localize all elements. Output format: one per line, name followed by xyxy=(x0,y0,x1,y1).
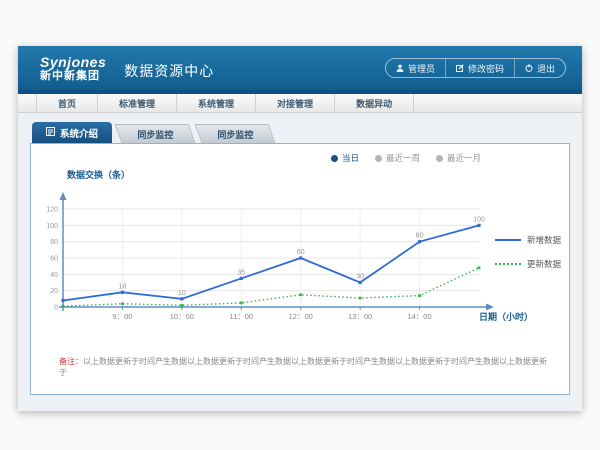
data-point xyxy=(299,256,302,259)
document-icon xyxy=(46,127,55,139)
line-chart: 0 20 40 60 80 100 120 9：00 10：00 11：00 12：00 13：00 1… xyxy=(31,188,571,328)
y-tick-label: 20 xyxy=(50,288,58,295)
tab-sync-monitor-1-label: 同步监控 xyxy=(137,128,173,141)
footnote-text: 以上数据更新于时间产生数据以上数据更新于时间产生数据以上数据更新于时间产生数据以… xyxy=(59,357,547,377)
data-point xyxy=(61,299,64,302)
user-menu: 管理员 修改密码 退出 xyxy=(385,58,566,78)
nav-item-standard-mgmt[interactable]: 标准管理 xyxy=(98,94,177,112)
data-point-label: 35 xyxy=(237,269,245,276)
data-point xyxy=(180,304,183,307)
solid-line-icon xyxy=(495,239,521,241)
y-tick-label: 100 xyxy=(46,223,58,230)
data-point-label: 30 xyxy=(356,274,364,281)
nav-item-data-change[interactable]: 数据异动 xyxy=(335,94,414,112)
x-tick-label: 13：00 xyxy=(348,312,372,321)
user-icon xyxy=(396,64,404,72)
data-point xyxy=(478,266,481,269)
y-axis-title: 数据交换（条） xyxy=(67,168,130,181)
data-point xyxy=(359,297,362,300)
admin-user-button[interactable]: 管理员 xyxy=(386,59,445,77)
change-password-button[interactable]: 修改密码 xyxy=(445,59,514,77)
x-axis-arrow-icon xyxy=(486,304,494,311)
y-axis-arrow-icon xyxy=(60,192,67,200)
edit-icon xyxy=(456,64,464,72)
option-last-week-label: 最近一周 xyxy=(386,152,420,164)
header-bar: Synjones 新中新集团 数据资源中心 管理员 修改密码 退出 xyxy=(18,46,582,94)
data-point xyxy=(240,302,243,305)
tab-sync-monitor-2-label: 同步监控 xyxy=(217,128,253,141)
time-range-options: 当日 最近一周 最近一月 xyxy=(331,152,481,164)
data-point xyxy=(121,302,124,305)
data-point xyxy=(62,305,65,308)
data-point xyxy=(240,277,243,280)
nav-item-system-mgmt[interactable]: 系统管理 xyxy=(177,94,256,112)
main-nav: 首页 标准管理 系统管理 对接管理 数据异动 xyxy=(18,94,582,113)
data-point-label: 80 xyxy=(416,233,424,240)
option-today[interactable]: 当日 xyxy=(331,152,359,164)
logo: Synjones 新中新集团 xyxy=(40,55,106,82)
power-icon xyxy=(525,64,533,72)
app-window: Synjones 新中新集团 数据资源中心 管理员 修改密码 退出 xyxy=(18,46,582,411)
legend-item-update-data[interactable]: 更新数据 xyxy=(495,258,561,270)
data-point-label: 18 xyxy=(119,283,127,290)
chart-panel: 当日 最近一周 最近一月 数据交换（条） 日期（小时） 020406080100… xyxy=(30,143,570,395)
option-last-month[interactable]: 最近一月 xyxy=(436,152,481,164)
option-last-week[interactable]: 最近一周 xyxy=(375,152,420,164)
y-tick-label: 0 xyxy=(54,305,58,312)
dotted-line-icon xyxy=(495,263,521,265)
data-point xyxy=(299,293,302,296)
x-tick-label: 9：00 xyxy=(112,312,132,321)
radio-dot-icon xyxy=(331,155,338,162)
x-tick-label: 11：00 xyxy=(229,312,253,321)
tab-system-intro[interactable]: 系统介绍 xyxy=(32,122,112,143)
data-point xyxy=(359,281,362,284)
x-tick-label: 12：00 xyxy=(289,312,313,321)
tab-system-intro-label: 系统介绍 xyxy=(60,126,98,140)
tab-bar: 系统介绍 同步监控 同步监控 xyxy=(30,122,570,143)
tab-sync-monitor-2[interactable]: 同步监控 xyxy=(195,124,276,143)
content-area: 系统介绍 同步监控 同步监控 当日 最近一周 xyxy=(18,113,582,406)
data-point xyxy=(121,291,124,294)
legend-update-data-label: 更新数据 xyxy=(527,258,561,270)
chart-legend: 新增数据 更新数据 xyxy=(495,234,561,270)
data-point xyxy=(418,294,421,297)
option-today-label: 当日 xyxy=(342,152,359,164)
x-tick-label: 14：00 xyxy=(407,312,431,321)
y-tick-label: 120 xyxy=(46,207,58,214)
radio-dot-icon xyxy=(436,155,443,162)
nav-item-interface-mgmt[interactable]: 对接管理 xyxy=(256,94,335,112)
footnote-label: 备注： xyxy=(59,357,83,366)
data-point xyxy=(418,240,421,243)
admin-user-label: 管理员 xyxy=(408,62,435,75)
data-point-label: 100 xyxy=(473,216,485,223)
logout-button[interactable]: 退出 xyxy=(514,59,565,77)
y-tick-label: 40 xyxy=(50,272,58,279)
radio-dot-icon xyxy=(375,155,382,162)
logo-text-cn: 新中新集团 xyxy=(40,71,106,82)
footnote: 备注：以上数据更新于时间产生数据以上数据更新于时间产生数据以上数据更新于时间产生… xyxy=(59,356,549,378)
legend-item-new-data[interactable]: 新增数据 xyxy=(495,234,561,246)
x-tick-label: 10：00 xyxy=(170,312,194,321)
logo-text-en: Synjones xyxy=(40,55,106,69)
data-point xyxy=(180,297,183,300)
nav-item-home[interactable]: 首页 xyxy=(36,94,98,112)
y-tick-label: 80 xyxy=(50,239,58,246)
option-last-month-label: 最近一月 xyxy=(447,152,481,164)
logout-label: 退出 xyxy=(537,62,555,75)
page-title: 数据资源中心 xyxy=(124,61,214,81)
data-point-label: 60 xyxy=(297,249,305,256)
change-password-label: 修改密码 xyxy=(468,62,504,75)
y-tick-label: 60 xyxy=(50,256,58,263)
tab-sync-monitor-1[interactable]: 同步监控 xyxy=(115,124,196,143)
data-point xyxy=(477,224,480,227)
legend-new-data-label: 新增数据 xyxy=(527,234,561,246)
data-point-label: 10 xyxy=(178,290,186,297)
